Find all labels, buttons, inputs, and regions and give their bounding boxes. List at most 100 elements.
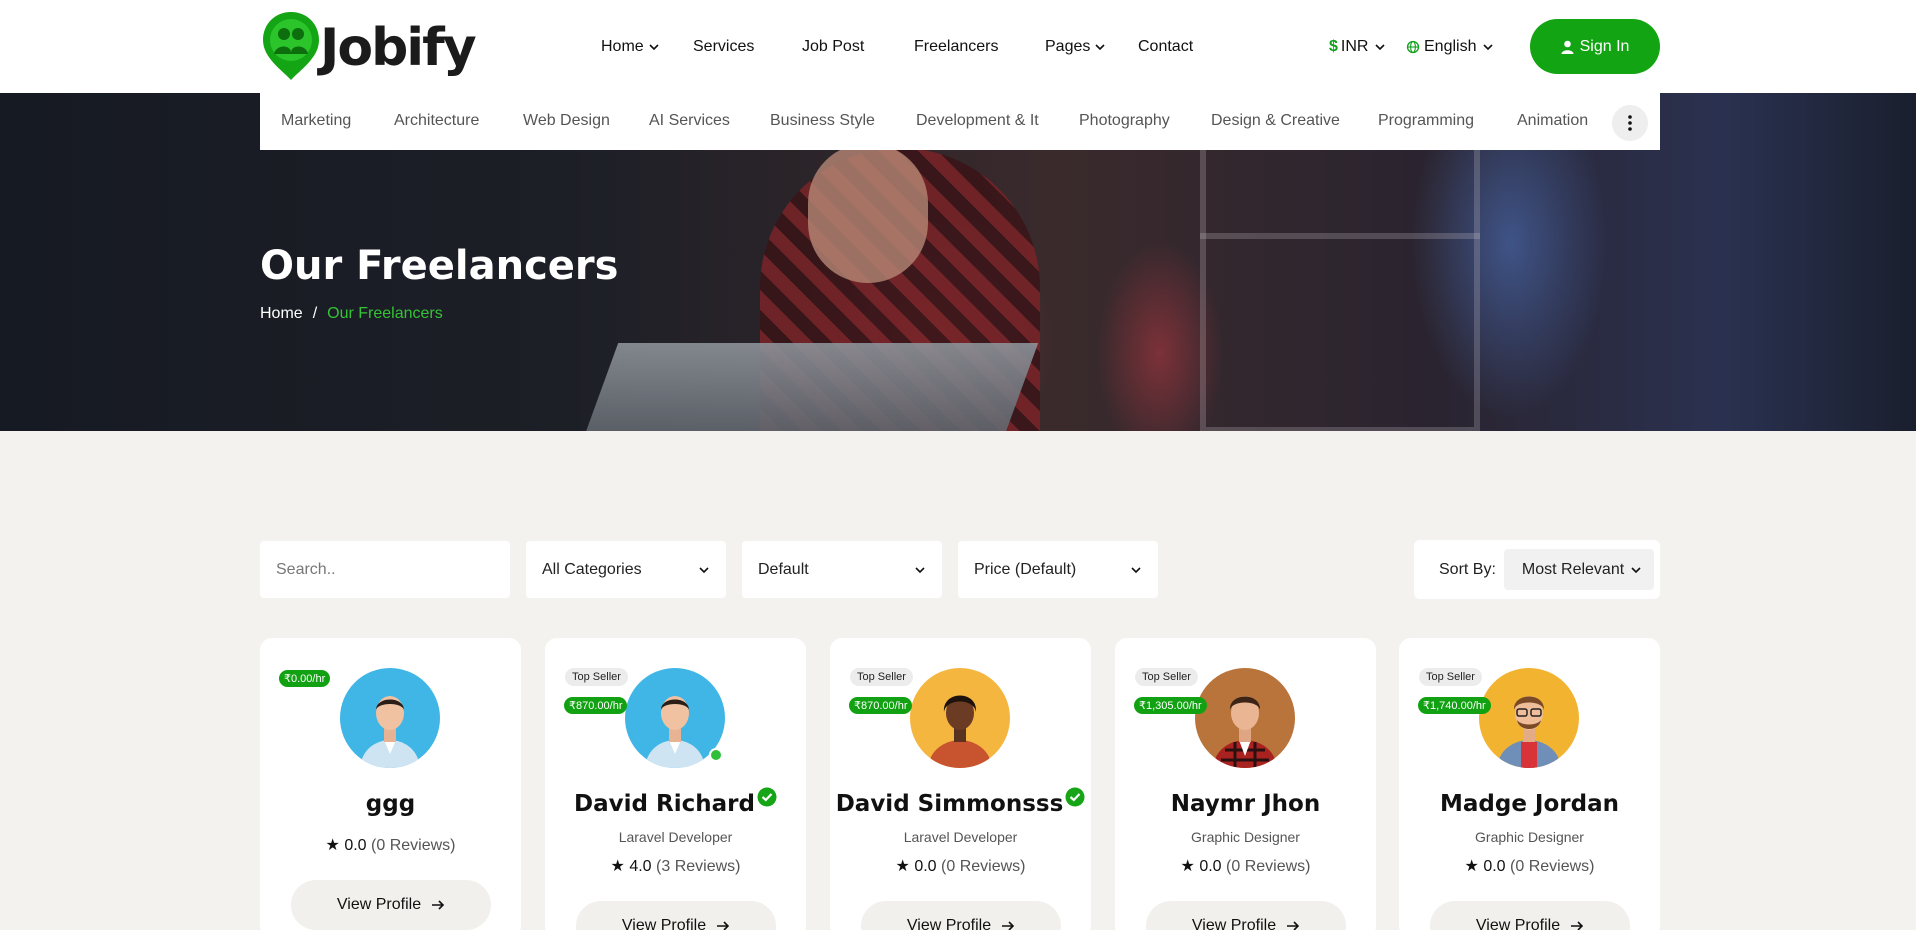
category-marketing[interactable]: Marketing: [281, 112, 351, 130]
nav-contact[interactable]: Contact: [1138, 38, 1193, 56]
category-development-it[interactable]: Development & It: [916, 112, 1039, 130]
language-label: English: [1424, 37, 1477, 55]
logo[interactable]: Jobify: [260, 10, 477, 82]
hero-bg-shelf: [1200, 133, 1480, 431]
review-count: (0 Reviews): [941, 858, 1026, 875]
view-profile-label: View Profile: [336, 896, 422, 913]
category-photography[interactable]: Photography: [1079, 112, 1170, 130]
freelancer-card: Top Seller ₹1,740.00/hr Madge Jordan Gra…: [1399, 638, 1660, 930]
freelancer-role: Laravel Developer: [903, 829, 1018, 845]
nav-services[interactable]: Services: [693, 38, 754, 56]
default-filter-select[interactable]: Default: [742, 541, 942, 598]
globe-icon: [1406, 40, 1420, 53]
sort-by-value: Most Relevant: [1521, 560, 1625, 578]
arrow-right-icon: [1002, 921, 1015, 930]
user-icon: [1561, 40, 1574, 54]
hero-bg-head: [808, 143, 928, 283]
language-select[interactable]: English: [1406, 0, 1494, 93]
sign-in-button[interactable]: Sign In: [1530, 19, 1660, 74]
category-filter-select[interactable]: All Categories: [526, 541, 726, 598]
hourly-rate-badge: ₹0.00/hr: [279, 670, 331, 687]
freelancer-name-text: David Richard: [574, 791, 755, 817]
avatar[interactable]: [1479, 668, 1579, 768]
breadcrumb-separator: /: [312, 305, 318, 322]
hourly-rate-badge: ₹870.00/hr: [849, 697, 913, 714]
freelancer-card: Top Seller ₹870.00/hr David Simmonsss La…: [830, 638, 1091, 930]
category-business-style[interactable]: Business Style: [770, 112, 875, 130]
view-profile-label: View Profile: [1191, 917, 1277, 930]
avatar[interactable]: [1195, 668, 1295, 768]
verified-icon: [757, 787, 777, 807]
avatar[interactable]: [910, 668, 1010, 768]
view-profile-label: View Profile: [621, 917, 707, 930]
nav-services-label: Services: [693, 37, 755, 55]
nav-home-label: Home: [601, 37, 644, 55]
view-profile-button[interactable]: View Profile: [576, 901, 776, 930]
hero-bg-shelf-board: [1200, 233, 1480, 239]
chevron-down-icon: [1631, 566, 1641, 573]
view-profile-button[interactable]: View Profile: [1430, 901, 1630, 930]
dollar-icon: $: [1329, 37, 1338, 55]
avatar-image: [1195, 668, 1295, 768]
freelancer-role: Laravel Developer: [618, 829, 733, 845]
chevron-down-icon: [1131, 566, 1141, 573]
freelancer-name: David Simmonsss: [830, 787, 1091, 817]
review-count: (0 Reviews): [371, 837, 456, 854]
nav-job-post[interactable]: Job Post: [802, 38, 864, 56]
freelancer-name: Naymr Jhon: [1115, 791, 1376, 817]
view-profile-button[interactable]: View Profile: [1146, 901, 1346, 930]
star-icon: ★: [1180, 858, 1195, 875]
rating-value: 4.0: [629, 858, 652, 875]
nav-pages[interactable]: Pages: [1045, 38, 1106, 56]
arrow-right-icon: [1571, 921, 1584, 930]
avatar-image: [1479, 668, 1579, 768]
star-icon: ★: [895, 858, 910, 875]
avatar[interactable]: [340, 668, 440, 768]
view-profile-label: View Profile: [1475, 917, 1561, 930]
default-filter-value: Default: [758, 560, 809, 578]
sort-by-select[interactable]: Most Relevant: [1503, 549, 1654, 590]
freelancer-name-text: David Simmonsss: [835, 791, 1064, 817]
freelancer-role: Graphic Designer: [1191, 829, 1300, 845]
freelancer-name: ggg: [260, 791, 521, 817]
category-design-creative[interactable]: Design & Creative: [1211, 112, 1340, 130]
category-animation[interactable]: Animation: [1517, 112, 1588, 130]
arrow-right-icon: [432, 900, 445, 910]
category-architecture[interactable]: Architecture: [394, 112, 479, 130]
avatar-image: [340, 668, 440, 768]
hero-bg-laptop: [581, 343, 1039, 431]
sort-by-label: Sort By:: [1439, 560, 1496, 578]
price-filter-value: Price (Default): [974, 560, 1077, 578]
logo-pin-icon: [263, 12, 319, 80]
chevron-down-icon: [699, 566, 709, 573]
price-filter-select[interactable]: Price (Default): [958, 541, 1158, 598]
hourly-rate-badge: ₹1,305.00/hr: [1134, 697, 1207, 714]
rating: ★ 0.0 (0 Reviews): [1115, 856, 1376, 876]
rating-value: 0.0: [1483, 858, 1506, 875]
currency-select[interactable]: $ INR: [1329, 0, 1386, 93]
category-ai-services[interactable]: AI Services: [649, 112, 730, 130]
freelancer-card: Top Seller ₹1,305.00/hr Naymr Jhon Graph…: [1115, 638, 1376, 930]
view-profile-button[interactable]: View Profile: [291, 880, 491, 930]
search-input[interactable]: [260, 541, 510, 598]
nav-freelancers[interactable]: Freelancers: [914, 38, 998, 56]
category-web-design[interactable]: Web Design: [523, 112, 610, 130]
freelancer-name-text: ggg: [365, 791, 416, 817]
review-count: (0 Reviews): [1510, 858, 1595, 875]
rating-value: 0.0: [914, 858, 937, 875]
category-programming[interactable]: Programming: [1378, 112, 1474, 130]
top-seller-badge: Top Seller: [1419, 668, 1482, 686]
nav-home[interactable]: Home: [601, 38, 660, 56]
breadcrumb-home[interactable]: Home: [260, 305, 303, 323]
view-profile-button[interactable]: View Profile: [861, 901, 1061, 930]
rating: ★ 4.0 (3 Reviews): [545, 856, 806, 876]
logo-text: Jobify: [320, 18, 477, 78]
freelancer-name: Madge Jordan: [1399, 791, 1660, 817]
nav-job-post-label: Job Post: [802, 37, 865, 55]
rating: ★ 0.0 (0 Reviews): [830, 856, 1091, 876]
freelancer-role: Graphic Designer: [1475, 829, 1584, 845]
more-categories-button[interactable]: [1612, 105, 1648, 141]
online-status-dot: [709, 748, 723, 762]
hourly-rate-badge: ₹1,740.00/hr: [1418, 697, 1491, 714]
top-seller-badge: Top Seller: [1135, 668, 1198, 686]
